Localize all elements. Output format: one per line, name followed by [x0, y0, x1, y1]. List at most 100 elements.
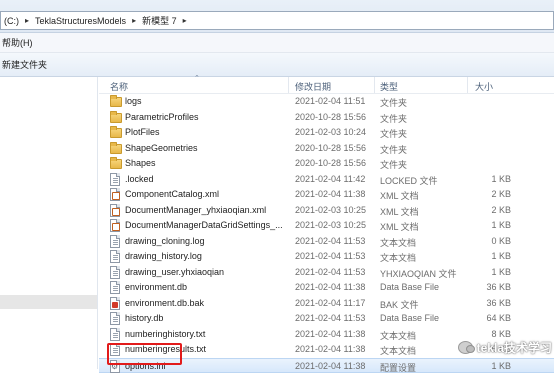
- file-name: drawing_user.yhxiaoqian: [125, 266, 225, 277]
- column-divider[interactable]: [288, 77, 289, 93]
- file-date: 2021-02-04 11:53: [295, 235, 366, 246]
- file-size: 1 KB: [491, 220, 511, 230]
- file-row[interactable]: .locked 2021-02-04 11:42 LOCKED 文件 1 KB: [99, 172, 554, 187]
- file-name: ShapeGeometries: [125, 142, 198, 153]
- address-bar-area: (C:) ▸ TeklaStructuresModels ▸ 新模型 7 ▸: [0, 0, 554, 33]
- file-icon: [110, 265, 122, 279]
- watermark-text: tekla技术学习: [476, 340, 552, 355]
- db-file-icon: [110, 312, 122, 325]
- address-bar[interactable]: (C:) ▸ TeklaStructuresModels ▸ 新模型 7 ▸: [0, 11, 554, 30]
- column-name[interactable]: 名称: [110, 80, 128, 93]
- file-type: XML 文档: [380, 206, 419, 217]
- breadcrumb-model[interactable]: 新模型 7: [139, 12, 180, 29]
- watermark: tekla技术学习: [457, 339, 552, 355]
- db-file-icon: [110, 281, 122, 294]
- file-row[interactable]: logs 2021-02-04 11:51 文件夹: [99, 94, 554, 109]
- file-type: BAK 文件: [380, 299, 419, 310]
- file-date: 2021-02-04 11:17: [295, 297, 366, 308]
- wechat-icon: [457, 340, 475, 354]
- navigation-pane[interactable]: [0, 77, 98, 369]
- file-row[interactable]: Shapes 2020-10-28 15:56 文件夹: [99, 156, 554, 171]
- bak-file-icon: [110, 296, 122, 310]
- file-type: XML 文档: [380, 222, 419, 232]
- file-date: 2020-10-28 15:56: [295, 158, 367, 168]
- file-type: LOCKED 文件: [380, 175, 438, 186]
- file-name: PlotFiles: [125, 127, 160, 137]
- file-row[interactable]: history.db 2021-02-04 11:53 Data Base File…: [99, 311, 554, 326]
- file-size: 8 KB: [491, 328, 511, 339]
- file-row[interactable]: ShapeGeometries 2020-10-28 15:56 文件夹: [99, 141, 554, 156]
- file-list[interactable]: ⌃ 名称 修改日期 类型 大小 logs 2021-02-04 11:51 文件夹 P…: [99, 75, 554, 373]
- file-name: drawing_history.log: [125, 251, 202, 261]
- file-icon: [110, 172, 122, 186]
- file-date: 2020-10-28 15:56: [295, 142, 367, 153]
- file-name: Shapes: [125, 158, 156, 168]
- column-date[interactable]: 修改日期: [295, 80, 331, 93]
- text-file-icon: [110, 234, 122, 248]
- file-row[interactable]: environment.db 2021-02-04 11:38 Data Base …: [99, 280, 554, 295]
- file-row[interactable]: PlotFiles 2021-02-03 10:24 文件夹: [99, 125, 554, 140]
- chevron-right-icon[interactable]: ▸: [180, 16, 190, 25]
- file-type: 文本文档: [380, 253, 417, 263]
- file-row[interactable]: ParametricProfiles 2020-10-28 15:56 文件夹: [99, 110, 554, 125]
- file-date: 2021-02-03 10:24: [295, 127, 367, 137]
- file-type: Data Base File: [380, 313, 440, 323]
- file-type: 文件夹: [380, 113, 408, 124]
- file-size: 1 KB: [491, 251, 511, 261]
- file-date: 2021-02-04 11:38: [295, 360, 366, 371]
- folder-icon: [110, 110, 122, 124]
- file-size: 36 KB: [486, 297, 511, 308]
- sort-chevron-icon: ⌃: [194, 75, 200, 82]
- xml-file-icon: [110, 219, 122, 232]
- file-name: environment.db: [125, 282, 188, 292]
- folder-icon: [110, 157, 122, 170]
- file-name: .locked: [125, 173, 154, 184]
- file-name: history.db: [125, 313, 164, 323]
- file-name: drawing_cloning.log: [125, 235, 205, 246]
- column-type[interactable]: 类型: [380, 80, 398, 93]
- chevron-right-icon[interactable]: ▸: [129, 16, 139, 25]
- file-name: DocumentManager_yhxiaoqian.xml: [125, 204, 267, 215]
- file-row[interactable]: drawing_cloning.log 2021-02-04 11:53 文本文档 0…: [99, 234, 554, 249]
- file-type: XML 文档: [380, 191, 419, 201]
- file-type: 文本文档: [380, 346, 417, 356]
- menu-help[interactable]: 帮助(H): [0, 36, 35, 49]
- file-row[interactable]: ComponentCatalog.xml 2021-02-04 11:38 XML …: [99, 187, 554, 202]
- file-type: 配置设置: [380, 362, 417, 373]
- file-date: 2021-02-04 11:53: [295, 266, 366, 277]
- file-type: 文本文档: [380, 237, 417, 248]
- text-file-icon: [110, 327, 122, 341]
- file-name: DocumentManagerDataGridSettings_...: [125, 220, 283, 230]
- file-row[interactable]: drawing_user.yhxiaoqian 2021-02-04 11:53 Y…: [99, 265, 554, 280]
- file-size: 64 KB: [486, 313, 511, 323]
- file-size: 1 KB: [491, 173, 511, 184]
- breadcrumb-models[interactable]: TeklaStructuresModels: [32, 12, 129, 29]
- column-size[interactable]: 大小: [475, 80, 493, 93]
- new-folder-button[interactable]: 新建文件夹: [0, 58, 49, 71]
- column-divider[interactable]: [467, 77, 468, 93]
- highlight-box: [107, 343, 182, 365]
- file-type: 文件夹: [380, 129, 408, 139]
- file-date: 2021-02-04 11:53: [295, 251, 366, 261]
- file-date: 2020-10-28 15:56: [295, 111, 367, 122]
- file-type: 文件夹: [380, 98, 408, 108]
- file-row[interactable]: DocumentManagerDataGridSettings_... 2021-…: [99, 218, 554, 233]
- file-date: 2021-02-03 10:25: [295, 220, 367, 230]
- breadcrumb-drive[interactable]: (C:): [1, 12, 22, 29]
- file-date: 2021-02-04 11:38: [295, 344, 366, 354]
- nav-selected-item[interactable]: [0, 295, 97, 309]
- file-row[interactable]: drawing_history.log 2021-02-04 11:53 文本文档 1…: [99, 249, 554, 264]
- file-date: 2021-02-04 11:38: [295, 189, 366, 199]
- file-name: numberinghistory.txt: [125, 328, 206, 339]
- file-date: 2021-02-04 11:38: [295, 328, 366, 339]
- file-date: 2021-02-04 11:42: [295, 173, 366, 184]
- file-row[interactable]: environment.db.bak 2021-02-04 11:17 BAK 文件…: [99, 296, 554, 311]
- column-header: ⌃ 名称 修改日期 类型 大小: [99, 75, 554, 94]
- folder-icon: [110, 95, 122, 108]
- file-type: 文件夹: [380, 144, 408, 155]
- column-divider[interactable]: [374, 77, 375, 93]
- file-name: logs: [125, 96, 142, 106]
- file-row[interactable]: DocumentManager_yhxiaoqian.xml 2021-02-03…: [99, 203, 554, 218]
- file-size: 2 KB: [491, 204, 511, 215]
- chevron-right-icon[interactable]: ▸: [22, 16, 32, 25]
